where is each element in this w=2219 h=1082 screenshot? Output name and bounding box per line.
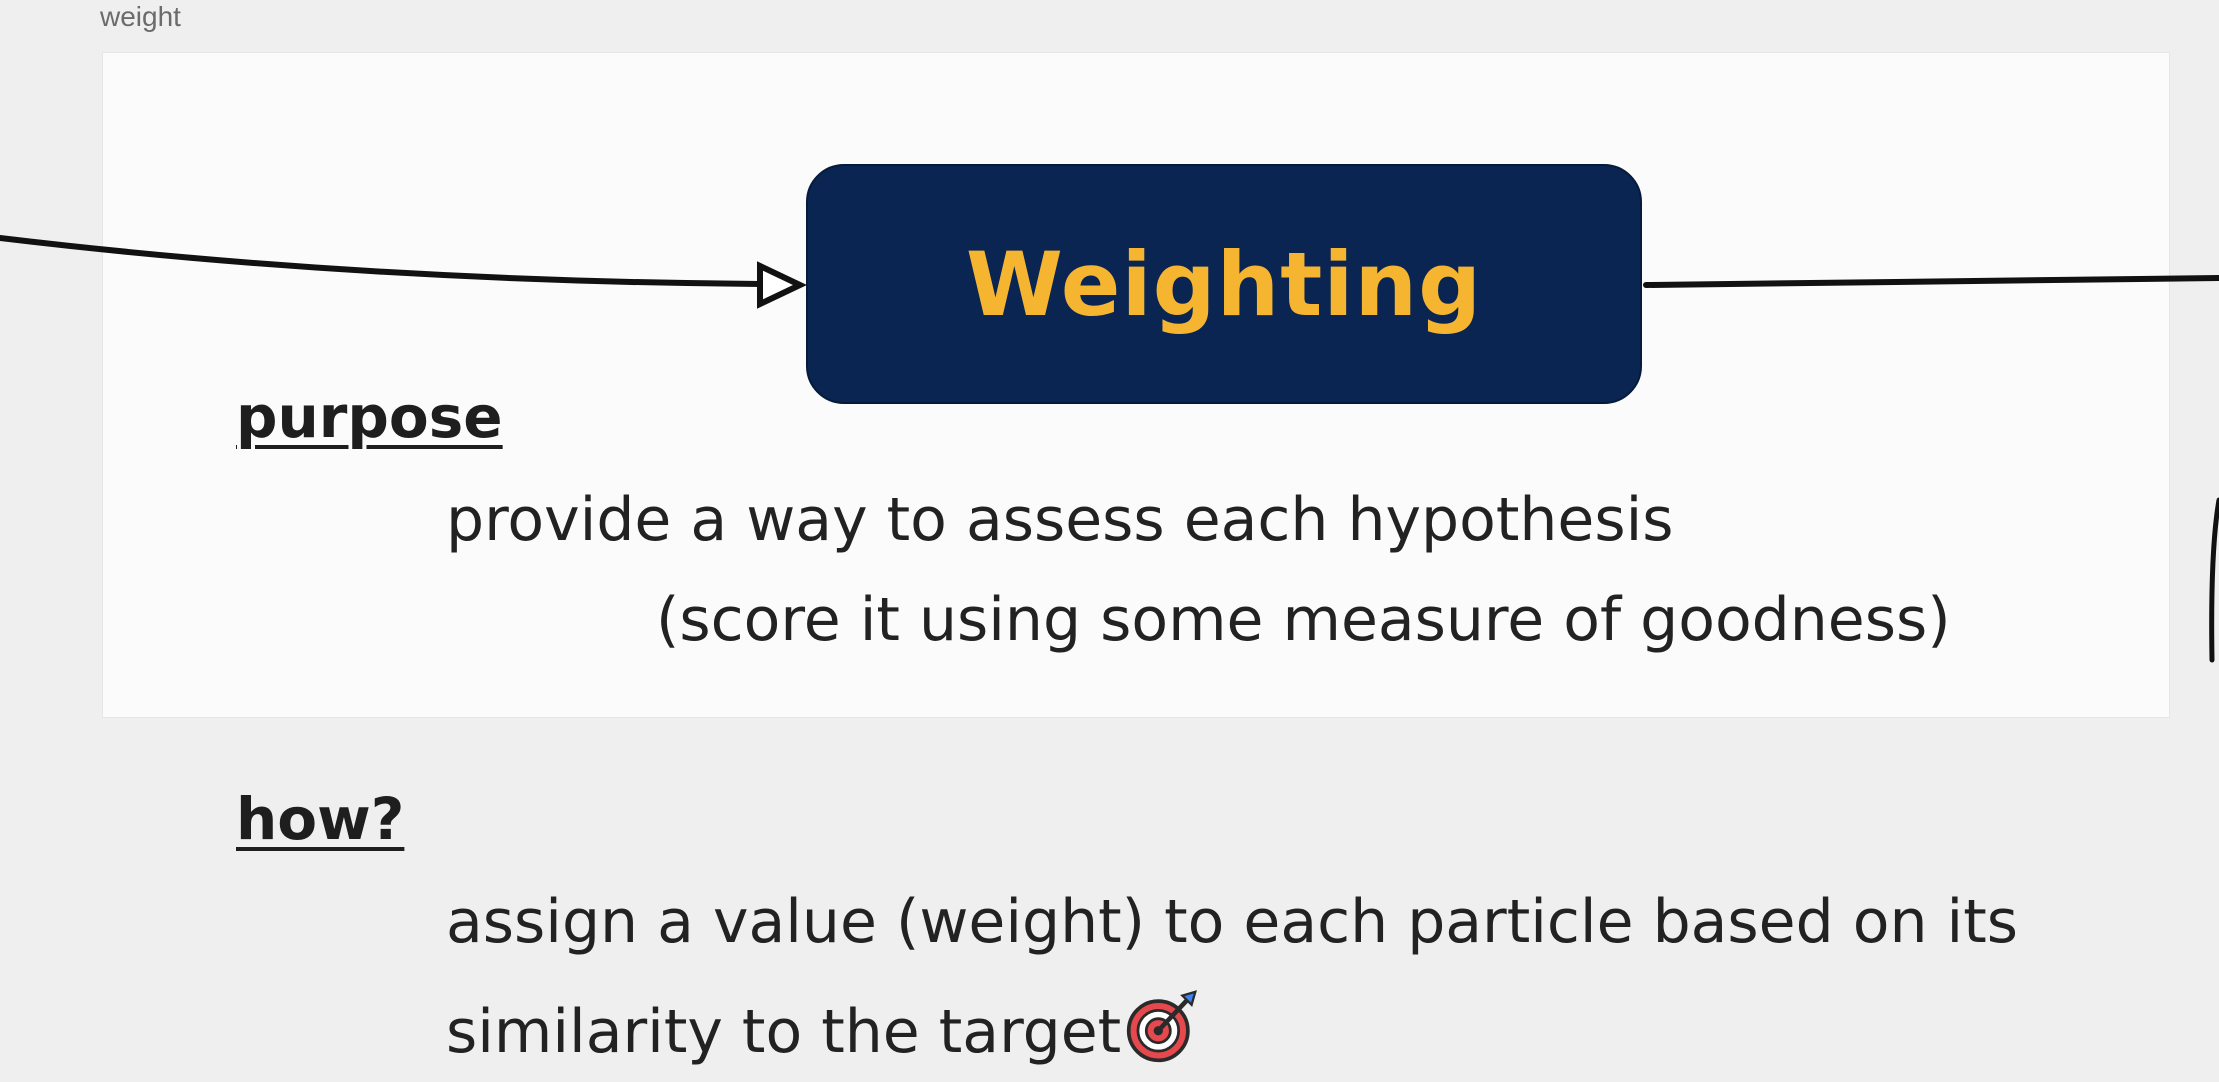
how-heading: how? xyxy=(236,785,405,853)
node-title: Weighting xyxy=(965,232,1483,336)
target-icon xyxy=(1127,990,1198,1063)
how-line-2: similarity to the target xyxy=(446,997,1122,1067)
how-line-1: assign a value (weight) to each particle… xyxy=(446,887,2019,957)
weighting-node[interactable]: Weighting xyxy=(806,164,1642,404)
purpose-heading: purpose xyxy=(236,383,503,451)
side-connector[interactable] xyxy=(2209,497,2219,663)
how-line-2-container: similarity to the target xyxy=(446,990,1199,1064)
purpose-line-2: (score it using some measure of goodness… xyxy=(656,585,1951,655)
frame-label[interactable]: weight xyxy=(100,0,181,34)
purpose-line-1: provide a way to assess each hypothesis xyxy=(446,485,1674,555)
